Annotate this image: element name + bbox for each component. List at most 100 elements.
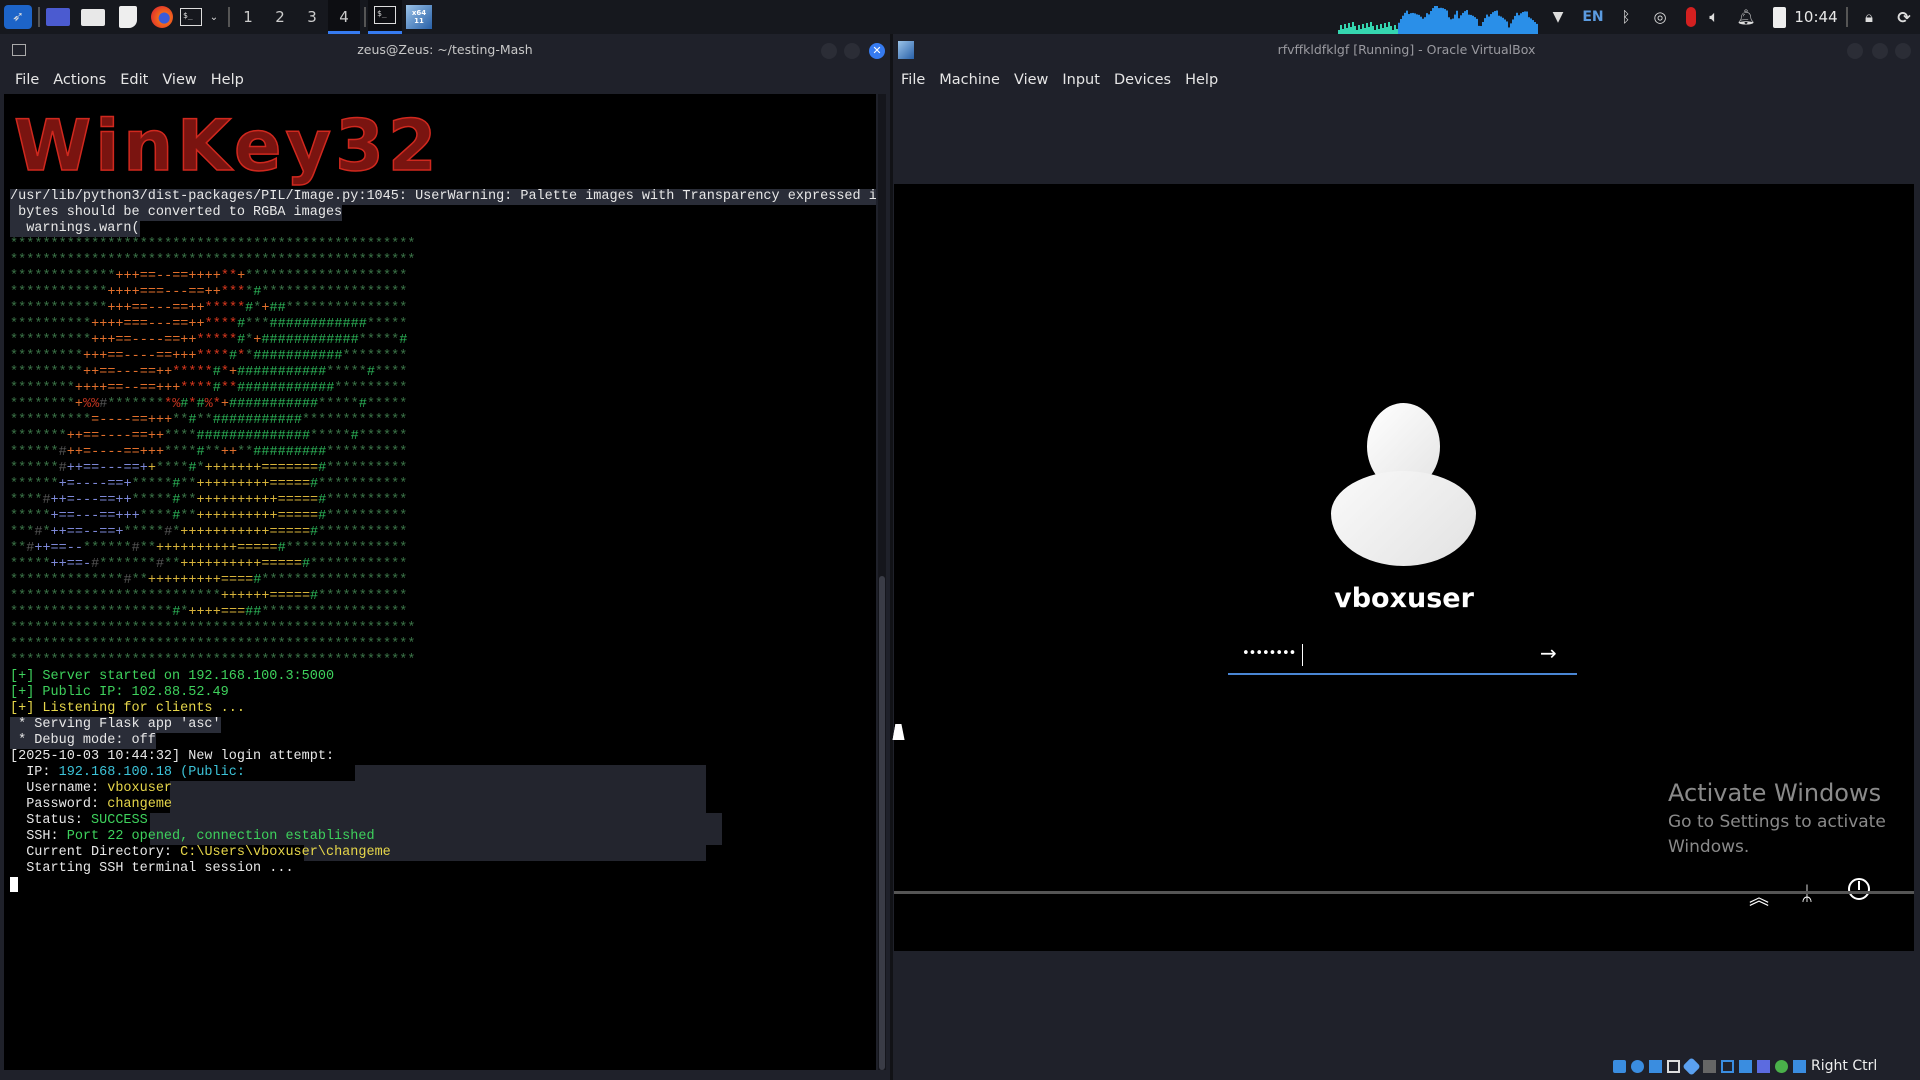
logout-icon[interactable]: ⟳ (1894, 5, 1914, 29)
cpu-graph-bar (1468, 14, 1470, 34)
bluetooth-icon[interactable]: ᛒ (1618, 5, 1634, 29)
ascii-art-line: **********+++==----==++*****#*+#########… (10, 333, 408, 348)
close-button[interactable] (1895, 43, 1911, 59)
ascii-art-line: **************#**+++++++++====#*********… (10, 573, 408, 588)
menu-actions[interactable]: Actions (46, 72, 113, 88)
status-label: Status: (10, 813, 92, 828)
menu-help[interactable]: Help (204, 72, 251, 88)
volume-icon[interactable]: 🔈︎ (1704, 5, 1724, 29)
cpu-graph-bar (1486, 14, 1488, 34)
minimize-button[interactable] (821, 43, 837, 59)
scrollbar-thumb[interactable] (879, 576, 885, 1070)
password-mask: •••••••• (1242, 646, 1296, 661)
cpu-graph-bar (1478, 25, 1480, 34)
workspace-2[interactable]: 2 (264, 0, 296, 34)
keyboard-layout[interactable]: EN (1580, 5, 1606, 29)
menu-edit[interactable]: Edit (113, 72, 155, 88)
wifi-icon[interactable]: ▼ (1548, 5, 1568, 29)
terminal-scrollbar[interactable] (878, 94, 886, 1070)
maximize-button[interactable] (1872, 43, 1888, 59)
workspace-3[interactable]: 3 (296, 0, 328, 34)
microphone-icon[interactable] (1686, 7, 1696, 27)
menu-view[interactable]: View (155, 72, 203, 88)
menu-machine[interactable]: Machine (932, 72, 1007, 88)
menu-help[interactable]: Help (1178, 72, 1225, 88)
cpu-graph-bar (1460, 15, 1462, 34)
menu-file[interactable]: File (894, 72, 932, 88)
shared-folders-icon[interactable] (1703, 1059, 1716, 1073)
virtualization-icon[interactable] (1757, 1059, 1770, 1073)
display-icon[interactable] (1721, 1059, 1734, 1073)
activate-windows-line2: Windows. (1668, 837, 1750, 857)
cpu-graph-bar (1384, 23, 1386, 34)
network-adapter-icon[interactable] (1667, 1059, 1680, 1073)
lock-screen-icon[interactable]: 🔒︎ (1860, 5, 1878, 29)
taskbar-terminal[interactable]: $_ (368, 0, 402, 34)
cpu-graph-bar (1434, 6, 1436, 34)
workspace-1[interactable]: 1 (232, 0, 264, 34)
submit-arrow-icon[interactable]: → (1540, 641, 1557, 665)
cpu-graph-bar (1498, 15, 1500, 34)
cpu-graph-bar (1512, 19, 1514, 34)
ascii-art-line: ***#*++==--==+*****#*+++++++++++=====#**… (10, 525, 408, 540)
vm-display[interactable]: vboxuser •••••••• → Activate Windows Go … (894, 184, 1914, 951)
menu-view[interactable]: View (1007, 72, 1055, 88)
network-icon[interactable]: ︽ (1749, 881, 1769, 910)
ascii-art-line: *********+++==----==+++****#**##########… (10, 349, 408, 364)
clock[interactable]: 10:44 (1794, 5, 1837, 29)
text-editor-icon[interactable] (119, 6, 137, 28)
cpu-graph-bar (1400, 19, 1402, 34)
cpu-graph-bar (1528, 17, 1530, 34)
cpu-graph-bar (1436, 6, 1438, 34)
video-capture-icon[interactable] (1739, 1059, 1752, 1073)
power-icon[interactable] (1848, 878, 1870, 900)
kali-menu-icon[interactable]: ➶ (4, 5, 32, 29)
chevron-down-icon[interactable]: ⌄ (208, 5, 220, 29)
screen-recorder-icon[interactable]: ◎ (1650, 5, 1670, 29)
cpu-graph-bar (1390, 26, 1392, 34)
audio-icon[interactable] (1649, 1059, 1662, 1073)
vm-status-bar: Right Ctrl (1613, 1056, 1877, 1076)
battery-icon[interactable] (1772, 6, 1786, 28)
password-value: changeme (107, 797, 173, 812)
server-started-line: [+] Server started on 192.168.100.3:5000 (10, 669, 335, 684)
terminal-output[interactable]: WinKey32 /usr/lib/python3/dist-packages/… (4, 94, 876, 1070)
panel-separator (364, 7, 366, 27)
cpu-graph-bar (1398, 22, 1400, 34)
hard-disk-icon[interactable] (1613, 1059, 1626, 1073)
workspace-4[interactable]: 4 (328, 0, 360, 34)
cpu-graph-bar (1454, 14, 1456, 34)
ascii-art-line: ************+++==---==++*****#*+##******… (10, 301, 408, 316)
public-ip-line: [+] Public IP: 102.88.52.49 (10, 685, 229, 700)
menu-input[interactable]: Input (1055, 72, 1107, 88)
password-input[interactable]: •••••••• → (1228, 638, 1577, 675)
ascii-art-line: *****++==-#*******#**++++++++++=====#***… (10, 557, 408, 572)
ascii-art-line: ****************************************… (10, 253, 416, 268)
terminal-launcher-icon[interactable]: $_ (180, 8, 202, 26)
menu-file[interactable]: File (8, 72, 46, 88)
menu-devices[interactable]: Devices (1107, 72, 1178, 88)
cpu-graph-bar (1348, 23, 1350, 34)
mouse-integration-icon[interactable] (1793, 1059, 1806, 1073)
notification-bell-icon[interactable]: 🔔︎ (1736, 5, 1756, 29)
maximize-button[interactable] (844, 43, 860, 59)
cpu-graph-bar (1366, 23, 1368, 34)
close-button[interactable]: ✕ (869, 43, 885, 59)
show-desktop-icon[interactable] (46, 8, 70, 26)
terminal-titlebar[interactable]: zeus@Zeus: ~/testing-Mash ✕ (0, 34, 890, 66)
cpu-graph-bar (1464, 11, 1466, 34)
cpu-graph-bar (1428, 14, 1430, 34)
virtualbox-titlebar[interactable]: rfvffkldfklgf [Running] - Oracle Virtual… (893, 34, 1920, 66)
guest-additions-icon[interactable] (1775, 1059, 1788, 1073)
usb-icon[interactable] (1682, 1056, 1701, 1076)
taskbar-virtualbox[interactable]: x64 11 (406, 5, 432, 29)
cpu-graph-bar (1456, 10, 1458, 34)
starting-ssh-line: Starting SSH terminal session ... (10, 861, 294, 876)
optical-drive-icon[interactable] (1631, 1059, 1644, 1073)
terminal-cursor (10, 877, 18, 892)
vm-display-border (894, 891, 1914, 894)
firefox-icon[interactable] (151, 6, 173, 28)
cpu-graph-bar (1368, 27, 1370, 34)
minimize-button[interactable] (1847, 43, 1863, 59)
file-manager-icon[interactable] (81, 8, 105, 26)
